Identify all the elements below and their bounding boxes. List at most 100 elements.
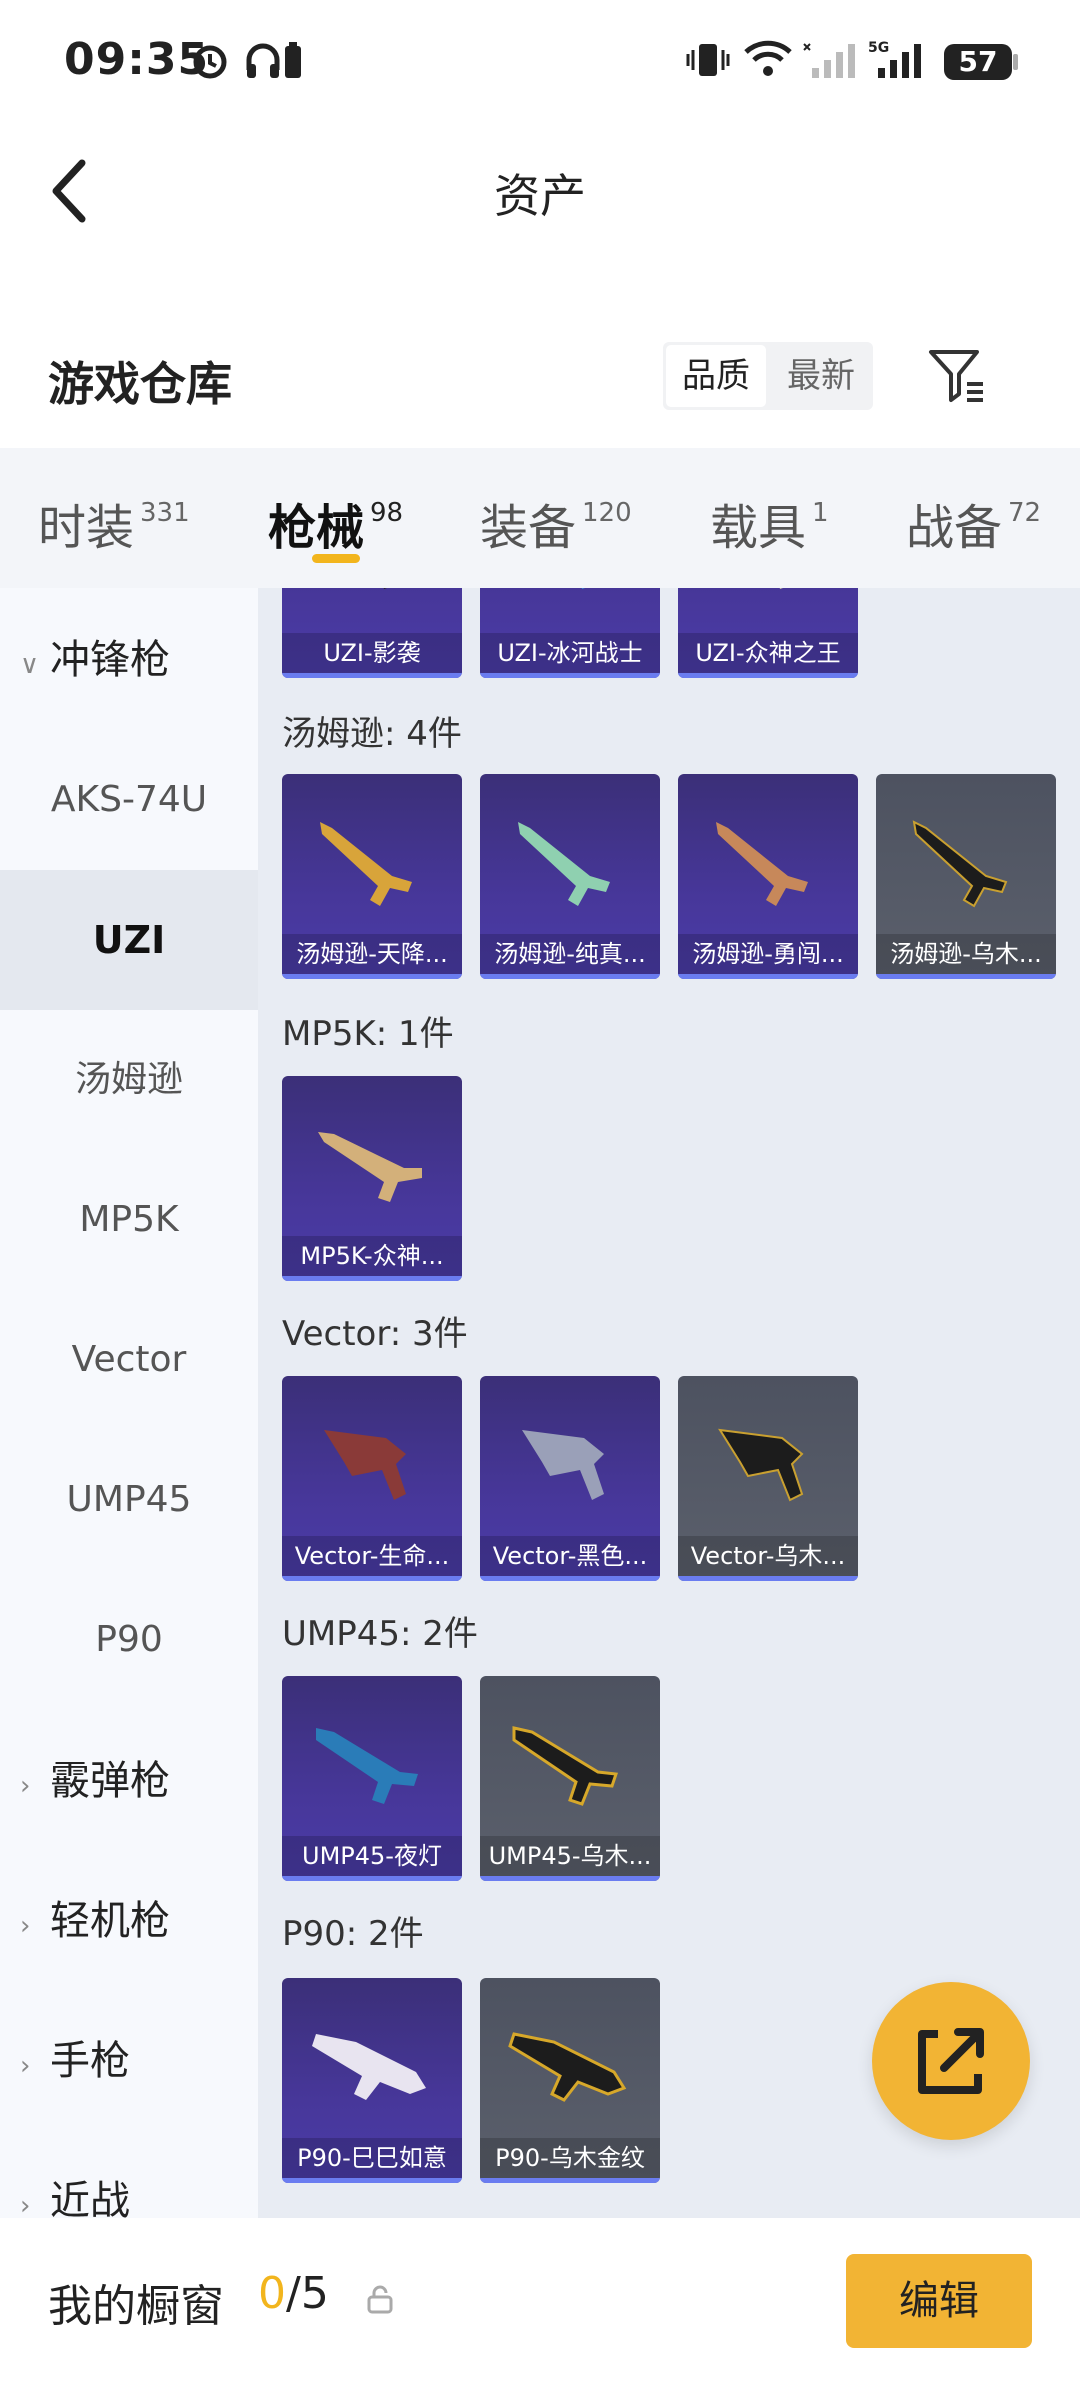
- skin-card[interactable]: 汤姆逊-天降...: [282, 774, 462, 979]
- skin-card-label: UMP45-乌木...: [480, 1836, 660, 1876]
- sidebar-item-p90[interactable]: P90: [0, 1570, 258, 1710]
- weapon-sidebar: ∨ 冲锋枪 AKS-74U UZI 汤姆逊 MP5K Vector UMP45 P…: [0, 588, 258, 2218]
- rarity-bar: [678, 1576, 858, 1581]
- sidebar-item-uzi[interactable]: UZI: [0, 870, 258, 1010]
- sidebar-category-smg[interactable]: ∨ 冲锋枪: [20, 620, 170, 700]
- sidebar-category-pistol[interactable]: › 手枪: [20, 2021, 130, 2101]
- vibrate-icon: [686, 44, 730, 76]
- category-tabs: 时装 331 枪械 98 装备 120 载具 1 战备 72: [0, 448, 1080, 588]
- skin-card-label: Vector-黑色...: [480, 1536, 660, 1576]
- group-title-mp5k: MP5K: 1件: [282, 1014, 454, 1054]
- tab-fashion[interactable]: 时装 331: [38, 488, 190, 558]
- lock-icon: [367, 2285, 393, 2314]
- gun-image: [508, 2032, 627, 2102]
- tab-count: 98: [370, 498, 404, 528]
- skin-card[interactable]: Vector-乌木...: [678, 1376, 858, 1581]
- gun-image: [518, 822, 610, 906]
- skin-card[interactable]: Vector-生命...: [282, 1376, 462, 1581]
- tab-vehicles[interactable]: 载具 1: [710, 488, 829, 558]
- rarity-bar: [678, 974, 858, 979]
- skin-card[interactable]: UMP45-乌木...: [480, 1676, 660, 1881]
- sidebar-item-aks74u[interactable]: AKS-74U: [0, 730, 258, 870]
- skin-card-label: UZI-冰河战士: [480, 633, 660, 673]
- headphones-icon: [246, 43, 280, 78]
- tab-firearms[interactable]: 枪械 98: [268, 488, 403, 558]
- chevron-right-icon: ›: [20, 1771, 31, 1801]
- gun-image: [522, 1430, 604, 1500]
- tab-count: 72: [1008, 498, 1042, 528]
- showcase-count: 0/5: [258, 2268, 329, 2319]
- chevron-right-icon: ›: [20, 1911, 31, 1941]
- skin-card[interactable]: Vector-黑色...: [480, 1376, 660, 1581]
- sidebar-item-ump45[interactable]: UMP45: [0, 1430, 258, 1570]
- skin-card-label: MP5K-众神...: [282, 1236, 462, 1276]
- sidebar-item-thompson[interactable]: 汤姆逊: [0, 1010, 258, 1150]
- tab-count: 120: [582, 498, 632, 528]
- skin-card[interactable]: P90-巳巳如意: [282, 1978, 462, 2183]
- alarm-icon: [193, 45, 227, 79]
- skin-card[interactable]: 汤姆逊-勇闯...: [678, 774, 858, 979]
- gun-image: [318, 1132, 422, 1202]
- category-label: 手枪: [50, 2038, 130, 2084]
- gun-image: [779, 588, 783, 589]
- skin-card[interactable]: UZI-众神之王: [678, 588, 858, 678]
- share-external-icon: [918, 2028, 984, 2094]
- skin-card[interactable]: 汤姆逊-纯真...: [480, 774, 660, 979]
- tab-label: 枪械: [268, 500, 365, 556]
- warehouse-header: 游戏仓库 品质 最新: [0, 320, 1080, 440]
- rarity-bar: [678, 673, 858, 678]
- category-label: 轻机枪: [50, 1898, 170, 1944]
- svg-text:5G: 5G: [868, 40, 889, 56]
- skin-card[interactable]: MP5K-众神...: [282, 1076, 462, 1281]
- group-title-thompson: 汤姆逊: 4件: [282, 714, 462, 754]
- tab-label: 时装: [38, 500, 135, 556]
- gun-image: [383, 588, 387, 589]
- skin-card[interactable]: UZI-影袭: [282, 588, 462, 678]
- sort-quality-button[interactable]: 品质: [666, 345, 766, 407]
- skin-card[interactable]: 汤姆逊-乌木...: [876, 774, 1056, 979]
- gun-image: [912, 820, 1008, 908]
- battery-level: 57: [958, 45, 998, 78]
- tab-label: 战备: [906, 500, 1003, 556]
- tab-count: 331: [140, 498, 190, 528]
- edit-button[interactable]: 编辑: [846, 2254, 1032, 2348]
- filter-icon[interactable]: [925, 344, 987, 406]
- rarity-bar: [282, 673, 462, 678]
- rarity-bar: [282, 2178, 462, 2183]
- sidebar-category-lmg[interactable]: › 轻机枪: [20, 1881, 170, 1961]
- group-title-ump45: UMP45: 2件: [282, 1614, 478, 1654]
- gun-image: [324, 1430, 406, 1500]
- gun-image: [312, 2034, 426, 2100]
- tab-count: 1: [812, 498, 829, 528]
- gun-image: [320, 822, 412, 906]
- wifi-icon: [744, 40, 792, 76]
- skin-card-label: Vector-乌木...: [678, 1536, 858, 1576]
- tab-combat-gear[interactable]: 战备 72: [906, 488, 1041, 558]
- skin-card-label: UZI-众神之王: [678, 633, 858, 673]
- rarity-bar: [282, 1876, 462, 1881]
- skin-card-label: UZI-影袭: [282, 633, 462, 673]
- sidebar-category-melee[interactable]: › 近战: [20, 2161, 130, 2218]
- share-button[interactable]: [872, 1982, 1030, 2140]
- showcase-bar: 我的橱窗 0/5 编辑: [0, 2218, 1080, 2382]
- nav-bar: 资产: [0, 125, 1080, 260]
- rarity-bar: [282, 1276, 462, 1281]
- skin-card-label: P90-乌木金纹: [480, 2138, 660, 2178]
- chevron-right-icon: ›: [20, 2191, 31, 2218]
- tab-equipment[interactable]: 装备 120: [480, 488, 632, 558]
- tab-label: 装备: [480, 500, 577, 556]
- sidebar-item-vector[interactable]: Vector: [0, 1290, 258, 1430]
- group-title-p90: P90: 2件: [282, 1914, 424, 1954]
- status-time: 09:35: [64, 34, 210, 85]
- skin-card[interactable]: UMP45-夜灯: [282, 1676, 462, 1881]
- skin-card[interactable]: UZI-冰河战士: [480, 588, 660, 678]
- chevron-right-icon: ›: [20, 2051, 31, 2081]
- signal-sim1-icon: [803, 43, 855, 78]
- page-title: 资产: [494, 169, 586, 223]
- showcase-current: 0: [258, 2268, 286, 2319]
- sidebar-category-shotgun[interactable]: › 霰弹枪: [20, 1741, 170, 1821]
- sort-newest-button[interactable]: 最新: [771, 342, 871, 410]
- skin-card[interactable]: P90-乌木金纹: [480, 1978, 660, 2183]
- skin-card-label: 汤姆逊-天降...: [282, 934, 462, 974]
- sidebar-item-mp5k[interactable]: MP5K: [0, 1150, 258, 1290]
